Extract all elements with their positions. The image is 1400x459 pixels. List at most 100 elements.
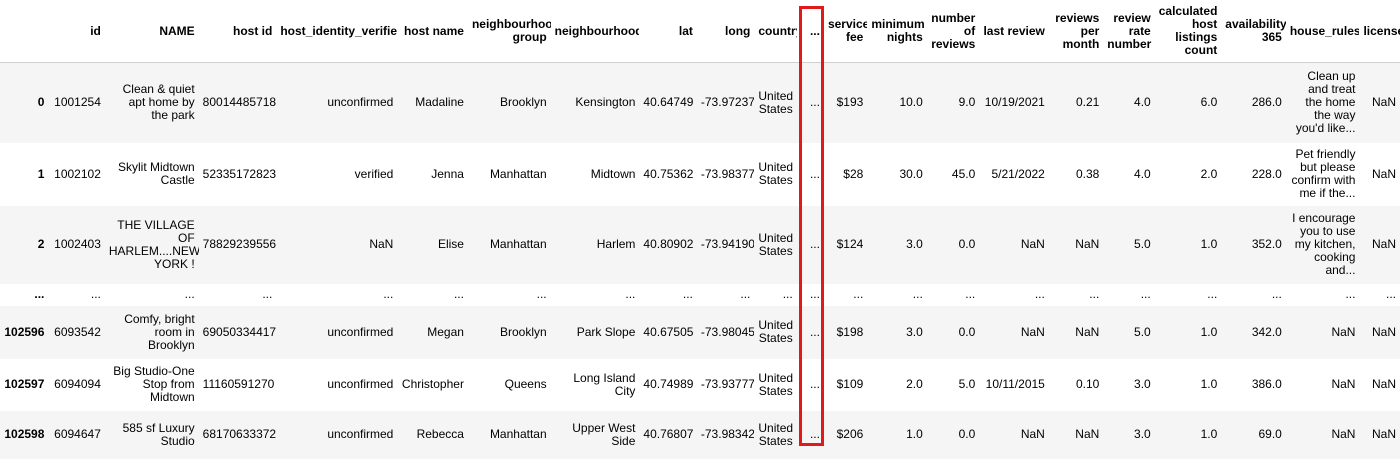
table-cell: THE VILLAGE OF HARLEM....NEW YORK ! bbox=[104, 205, 199, 284]
table-row: 0 1001254 Clean & quiet apt home by the pa… bbox=[0, 62, 1400, 143]
table-cell: 1002403 bbox=[48, 205, 105, 284]
table-cell: -73.94190 bbox=[696, 205, 755, 284]
table-cell: 1.0 bbox=[1154, 205, 1222, 284]
column-header: license bbox=[1359, 0, 1400, 63]
row-index: 2 bbox=[0, 205, 49, 284]
table-cell: 40.67505 bbox=[639, 305, 697, 359]
table-cell: 4.0 bbox=[1103, 142, 1155, 206]
table-cell: Harlem bbox=[550, 205, 640, 284]
table-cell: ... bbox=[796, 305, 824, 359]
table-cell: ... bbox=[1103, 283, 1155, 306]
table-cell: NaN bbox=[1285, 410, 1360, 459]
table-cell: 0.0 bbox=[926, 410, 980, 459]
table-cell: 10.0 bbox=[867, 62, 927, 143]
table-cell: 40.74989 bbox=[639, 358, 697, 411]
table-cell: 40.80902 bbox=[639, 205, 697, 284]
table-cell: NaN bbox=[1048, 205, 1104, 284]
table-cell: ... bbox=[550, 283, 640, 306]
table-row: 102597 6094094 Big Studio-One Stop from Mi… bbox=[0, 358, 1400, 411]
column-header: last review bbox=[979, 0, 1049, 63]
table-cell: NaN bbox=[1359, 142, 1400, 206]
table-cell: Megan bbox=[397, 305, 468, 359]
table-cell: unconfirmed bbox=[276, 358, 398, 411]
table-cell: Christopher bbox=[397, 358, 468, 411]
table-cell: ... bbox=[467, 283, 551, 306]
table-cell: NaN bbox=[276, 205, 398, 284]
table-cell: United States bbox=[754, 205, 797, 284]
column-header: lat bbox=[639, 0, 697, 63]
table-cell: 40.75362 bbox=[639, 142, 697, 206]
table-cell: unconfirmed bbox=[276, 305, 398, 359]
table-cell: $109 bbox=[823, 358, 868, 411]
table-cell: 6094094 bbox=[48, 358, 105, 411]
table-cell: 386.0 bbox=[1221, 358, 1286, 411]
table-cell: ... bbox=[926, 283, 980, 306]
table-cell: Midtown bbox=[550, 142, 640, 206]
table-cell: 286.0 bbox=[1221, 62, 1286, 143]
column-header: host id bbox=[198, 0, 277, 63]
table-cell: ... bbox=[796, 410, 824, 459]
table-cell: unconfirmed bbox=[276, 410, 398, 459]
table-cell: 6094647 bbox=[48, 410, 105, 459]
column-header: number of reviews bbox=[926, 0, 980, 63]
table-cell: ... bbox=[796, 358, 824, 411]
table-cell: 9.0 bbox=[926, 62, 980, 143]
table-cell: Manhattan bbox=[467, 142, 551, 206]
table-cell: 1.0 bbox=[867, 410, 927, 459]
table-cell: 342.0 bbox=[1221, 305, 1286, 359]
column-header: host name bbox=[397, 0, 468, 63]
table-cell: ... bbox=[1285, 283, 1360, 306]
table-body: 0 1001254 Clean & quiet apt home by the pa… bbox=[0, 62, 1400, 459]
table-cell: 80014485718 bbox=[198, 62, 277, 143]
table-cell: 585 sf Luxury Studio bbox=[104, 410, 199, 459]
table-cell: NaN bbox=[1285, 305, 1360, 359]
table-cell: United States bbox=[754, 142, 797, 206]
table-cell: 1002102 bbox=[48, 142, 105, 206]
table-cell: ... bbox=[1221, 283, 1286, 306]
table-cell: NaN bbox=[979, 205, 1049, 284]
table-cell: ... bbox=[867, 283, 927, 306]
table-cell: -73.98045 bbox=[696, 305, 755, 359]
column-header: house_rules bbox=[1285, 0, 1360, 63]
table-cell: NaN bbox=[1048, 305, 1104, 359]
table-cell: 2.0 bbox=[867, 358, 927, 411]
table-cell: Manhattan bbox=[467, 205, 551, 284]
table-cell: 5.0 bbox=[926, 358, 980, 411]
table-cell: 352.0 bbox=[1221, 205, 1286, 284]
table-cell: 10/19/2021 bbox=[979, 62, 1049, 143]
table-cell: Elise bbox=[397, 205, 468, 284]
table-cell: 52335172823 bbox=[198, 142, 277, 206]
table-cell: 0.0 bbox=[926, 205, 980, 284]
row-index: 102596 bbox=[0, 305, 49, 359]
table-cell: 5.0 bbox=[1103, 305, 1155, 359]
table-cell: 4.0 bbox=[1103, 62, 1155, 143]
table-cell: ... bbox=[754, 283, 797, 306]
table-cell: NaN bbox=[1048, 410, 1104, 459]
table-cell: $206 bbox=[823, 410, 868, 459]
table-cell: 3.0 bbox=[867, 305, 927, 359]
column-header: availability 365 bbox=[1221, 0, 1286, 63]
table-cell: Rebecca bbox=[397, 410, 468, 459]
table-cell: -73.98377 bbox=[696, 142, 755, 206]
table-cell: Clean & quiet apt home by the park bbox=[104, 62, 199, 143]
table-cell: Brooklyn bbox=[467, 62, 551, 143]
table-cell: NaN bbox=[1359, 62, 1400, 143]
column-header: neighbourhood bbox=[550, 0, 640, 63]
table-cell: 68170633372 bbox=[198, 410, 277, 459]
table-cell: United States bbox=[754, 358, 797, 411]
table-row: 2 1002403 THE VILLAGE OF HARLEM....NEW YOR… bbox=[0, 205, 1400, 284]
column-header: reviews per month bbox=[1048, 0, 1104, 63]
table-cell: 0.21 bbox=[1048, 62, 1104, 143]
table-cell: $124 bbox=[823, 205, 868, 284]
table-row: 102598 6094647 585 sf Luxury Studio 6817063… bbox=[0, 410, 1400, 459]
table-cell: Pet friendly but please confirm with me … bbox=[1285, 142, 1360, 206]
table-cell: 40.76807 bbox=[639, 410, 697, 459]
table-cell: 1.0 bbox=[1154, 410, 1222, 459]
row-index: 1 bbox=[0, 142, 49, 206]
column-header: NAME bbox=[104, 0, 199, 63]
table-cell: ... bbox=[276, 283, 398, 306]
table-cell: ... bbox=[198, 283, 277, 306]
table-cell: 45.0 bbox=[926, 142, 980, 206]
table-cell: 1.0 bbox=[1154, 358, 1222, 411]
column-header: calculated host listings count bbox=[1154, 0, 1222, 63]
